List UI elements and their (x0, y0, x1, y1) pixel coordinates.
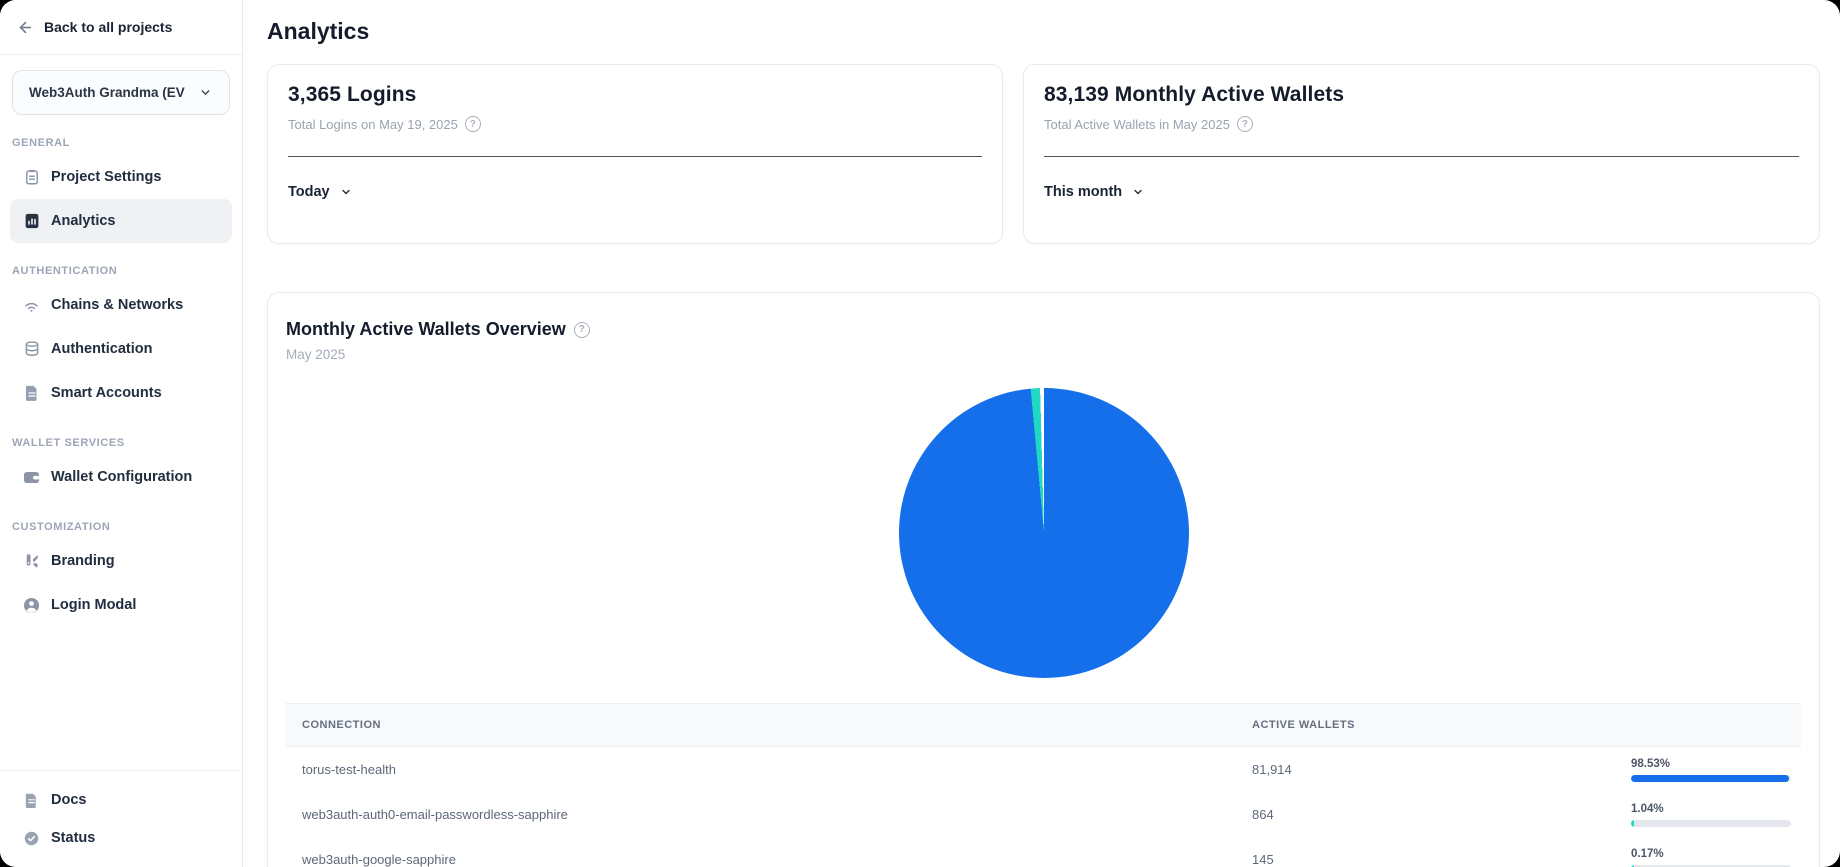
stats-row: 3,365 Logins Total Logins on May 19, 202… (267, 64, 1820, 244)
sidebar-item-label: Smart Accounts (51, 385, 162, 401)
active-wallets-stat-value: 83,139 Monthly Active Wallets (1044, 83, 1799, 107)
chart-subtitle: May 2025 (286, 347, 1801, 362)
stat-card-divider (288, 156, 982, 157)
main-content: Analytics 3,365 Logins Total Logins on M… (243, 0, 1840, 867)
sidebar-item-label: Analytics (51, 213, 115, 229)
active-wallets-stat-card: 83,139 Monthly Active Wallets Total Acti… (1023, 64, 1820, 244)
sidebar-item-wallet-configuration[interactable]: Wallet Configuration (10, 455, 232, 499)
sidebar-footer: Docs Status (0, 771, 242, 867)
logins-stat-value: 3,365 Logins (288, 83, 982, 107)
table-row[interactable]: web3auth-auth0-email-passwordless-sapphi… (286, 792, 1801, 837)
percent-bar-track (1631, 820, 1791, 827)
sidebar-item-label: Chains & Networks (51, 297, 183, 313)
docs-label: Docs (51, 792, 86, 808)
logins-range-value: Today (288, 184, 330, 200)
sidebar-item-chains-networks[interactable]: Chains & Networks (10, 283, 232, 327)
database-icon (22, 340, 41, 359)
sidebar-divider (0, 54, 242, 55)
percent-cell: 1.04% (1631, 803, 1801, 827)
page-title: Analytics (267, 18, 1820, 45)
wallets-cell: 81,914 (1236, 762, 1631, 777)
sidebar-item-branding[interactable]: Branding (10, 539, 232, 583)
analytics-chart-icon (22, 212, 41, 231)
percent-label: 0.17% (1631, 848, 1793, 860)
sidebar-item-project-settings[interactable]: Project Settings (10, 155, 232, 199)
percent-cell: 0.17% (1631, 848, 1801, 867)
percent-bar-track (1631, 775, 1791, 782)
logins-stat-card: 3,365 Logins Total Logins on May 19, 202… (267, 64, 1003, 244)
sidebar-item-label: Wallet Configuration (51, 469, 192, 485)
active-wallets-range-value: This month (1044, 184, 1122, 200)
wallets-overview-card: Monthly Active Wallets Overview ? May 20… (267, 292, 1820, 867)
stat-card-divider (1044, 156, 1799, 157)
sidebar-item-label: Branding (51, 553, 115, 569)
wallets-cell: 864 (1236, 807, 1631, 822)
chart-title: Monthly Active Wallets Overview (286, 319, 566, 340)
sidebar-item-smart-accounts[interactable]: Smart Accounts (10, 371, 232, 415)
sidebar-item-login-modal[interactable]: Login Modal (10, 583, 232, 627)
chevron-down-icon (196, 83, 215, 102)
wallets-cell: 145 (1236, 852, 1631, 867)
table-row[interactable]: web3auth-google-sapphire 145 0.17% (286, 837, 1801, 867)
percent-bar-fill (1631, 775, 1789, 782)
file-icon (22, 384, 41, 403)
percent-label: 98.53% (1631, 758, 1793, 770)
section-label-general: GENERAL (12, 137, 242, 149)
network-signal-icon (22, 296, 41, 315)
percent-label: 1.04% (1631, 803, 1793, 815)
logins-range-dropdown[interactable]: Today (288, 184, 352, 200)
connection-cell: torus-test-health (286, 762, 1236, 777)
branding-brush-icon (22, 552, 41, 571)
connection-cell: web3auth-google-sapphire (286, 852, 1236, 867)
help-icon[interactable]: ? (1237, 116, 1253, 132)
app-window: Back to all projects Web3Auth Grandma (E… (0, 0, 1840, 867)
user-circle-icon (22, 596, 41, 615)
sidebar-nav: GENERAL Project Settings Analytics AUTHE… (0, 115, 242, 770)
status-link[interactable]: Status (0, 819, 242, 857)
percent-bar-fill (1631, 820, 1634, 827)
help-icon[interactable]: ? (574, 322, 590, 338)
connection-cell: web3auth-auth0-email-passwordless-sapphi… (286, 807, 1236, 822)
sidebar-item-label: Project Settings (51, 169, 161, 185)
table-header-row: CONNECTION ACTIVE WALLETS (286, 703, 1801, 747)
clipboard-icon (22, 168, 41, 187)
project-selector[interactable]: Web3Auth Grandma (EV (12, 70, 230, 115)
status-check-icon (22, 829, 41, 848)
section-label-customization: CUSTOMIZATION (12, 521, 242, 533)
chart-title-row: Monthly Active Wallets Overview ? (286, 319, 1801, 340)
chevron-down-icon (1132, 186, 1144, 198)
section-label-authentication: AUTHENTICATION (12, 265, 242, 277)
logins-stat-subtitle-row: Total Logins on May 19, 2025 ? (288, 116, 982, 132)
docs-link[interactable]: Docs (0, 781, 242, 819)
pie-chart[interactable] (899, 388, 1189, 678)
arrow-left-icon (16, 18, 35, 37)
logins-stat-subtitle: Total Logins on May 19, 2025 (288, 117, 458, 132)
percent-cell: 98.53% (1631, 758, 1801, 782)
col-header-active-wallets: ACTIVE WALLETS (1236, 719, 1631, 731)
active-wallets-subtitle: Total Active Wallets in May 2025 (1044, 117, 1230, 132)
docs-icon (22, 791, 41, 810)
sidebar: Back to all projects Web3Auth Grandma (E… (0, 0, 243, 867)
col-header-connection: CONNECTION (286, 719, 1236, 731)
sidebar-item-label: Login Modal (51, 597, 136, 613)
back-to-projects-link[interactable]: Back to all projects (0, 0, 242, 54)
sidebar-item-analytics[interactable]: Analytics (10, 199, 232, 243)
active-wallets-subtitle-row: Total Active Wallets in May 2025 ? (1044, 116, 1799, 132)
chevron-down-icon (340, 186, 352, 198)
connections-table: CONNECTION ACTIVE WALLETS torus-test-hea… (286, 703, 1801, 867)
table-row[interactable]: torus-test-health 81,914 98.53% (286, 747, 1801, 792)
wallet-icon (22, 468, 41, 487)
help-icon[interactable]: ? (465, 116, 481, 132)
back-label: Back to all projects (44, 19, 172, 35)
sidebar-item-label: Authentication (51, 341, 153, 357)
status-label: Status (51, 830, 95, 846)
active-wallets-range-dropdown[interactable]: This month (1044, 184, 1144, 200)
pie-chart-wrap (286, 388, 1801, 678)
section-label-wallet-services: WALLET SERVICES (12, 437, 242, 449)
project-selector-value: Web3Auth Grandma (EV (29, 85, 185, 100)
sidebar-item-authentication[interactable]: Authentication (10, 327, 232, 371)
